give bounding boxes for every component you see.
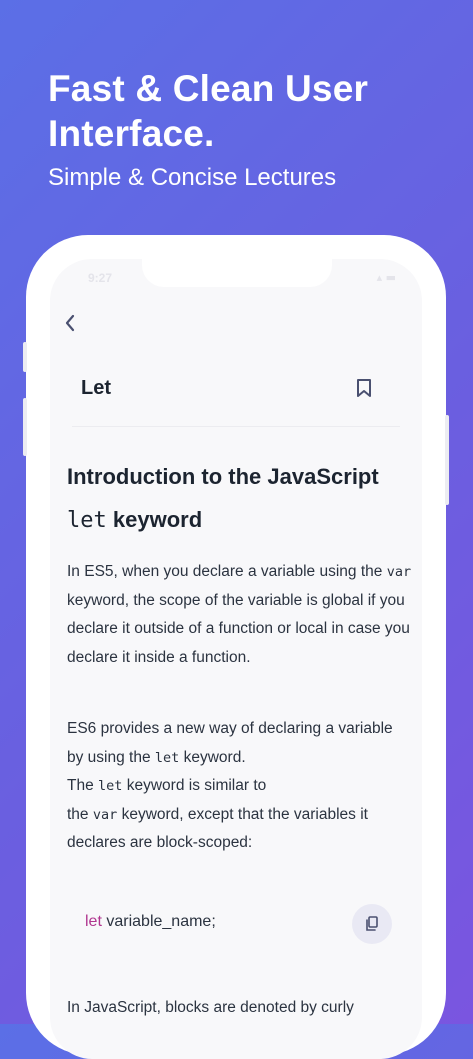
inline-code: let [154,749,180,766]
phone-side-button-left-2 [23,398,27,456]
article-heading-text-2: keyword [112,507,203,532]
inline-code: var [92,806,118,823]
paragraph-1: In ES5, when you declare a variable usin… [67,558,412,672]
article-heading-text: Introduction to the JavaScript [67,464,379,489]
status-icons: ▴ ▬ [376,271,396,284]
code-keyword: let [85,913,102,930]
copy-code-button[interactable] [352,904,392,944]
article-heading: Introduction to the JavaScript let keywo… [67,455,407,542]
phone-screen: 9:27 ▴ ▬ Let Introduction to the JavaScr… [50,259,422,1059]
paragraph-2: ES6 provides a new way of declaring a va… [67,715,412,858]
promo-title: Fast & Clean User Interface. [48,68,369,154]
phone-side-button-right [445,415,449,505]
copy-icon [366,916,378,931]
promo-subtitle: Simple & Concise Lectures [48,164,337,191]
back-button[interactable] [58,309,82,337]
paragraph-2-text-2: keyword. [183,748,246,766]
paragraph-2-text-3: The [67,777,94,794]
paragraph-2-text-5: the [67,805,89,823]
status-time: 9:27 [88,271,113,285]
code-block: let variable_name; [85,913,216,931]
phone-side-button-left [23,342,27,372]
paragraph-1-text-2: keyword, the scope of the variable is gl… [67,591,410,666]
phone-notch [142,259,332,287]
paragraph-3: In JavaScript, blocks are denoted by cur… [67,999,354,1016]
paragraph-1-text: In ES5, when you declare a variable usin… [67,563,383,580]
inline-code: var [386,564,412,580]
page-title: Let [81,377,111,399]
bookmark-button[interactable] [352,375,376,401]
bookmark-icon [357,379,371,397]
chevron-left-icon [65,314,75,332]
inline-code: let [98,778,123,794]
paragraph-2-text-4: keyword is similar to [126,777,267,794]
article-heading-code: let [67,508,107,533]
code-text: variable_name; [106,913,216,930]
header-divider [72,426,400,427]
